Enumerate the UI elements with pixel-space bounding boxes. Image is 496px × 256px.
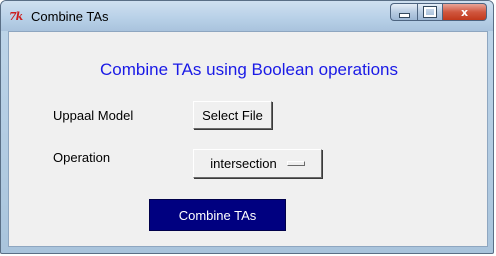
page-heading: Combine TAs using Boolean operations (100, 60, 398, 79)
minimize-icon (398, 12, 410, 18)
dropdown-indicator-icon (286, 161, 305, 166)
combine-tas-label: Combine TAs (178, 207, 257, 223)
maximize-button[interactable] (417, 3, 443, 21)
maximize-icon (423, 6, 437, 18)
close-icon: x (460, 5, 469, 19)
client-area: Combine TAs using Boolean operations Upp… (8, 31, 488, 247)
select-file-button[interactable]: Select File (193, 101, 272, 129)
minimize-button[interactable] (390, 3, 417, 21)
combine-tas-button[interactable]: Combine TAs (149, 199, 286, 231)
app-window: 7k Combine TAs x Combine TAs using Boole… (0, 0, 494, 254)
title-bar[interactable]: 7k Combine TAs x (1, 1, 493, 31)
select-file-label: Select File (202, 107, 263, 123)
tk-feather-icon: 7k (9, 10, 23, 23)
operation-label: Operation (53, 150, 111, 165)
uppaal-model-label: Uppaal Model (53, 108, 134, 123)
operation-selected-value: intersection (210, 156, 277, 171)
operation-option-menu[interactable]: intersection (193, 149, 322, 178)
window-controls: x (390, 3, 487, 23)
window-title: Combine TAs (31, 9, 109, 24)
close-button[interactable]: x (443, 3, 487, 21)
